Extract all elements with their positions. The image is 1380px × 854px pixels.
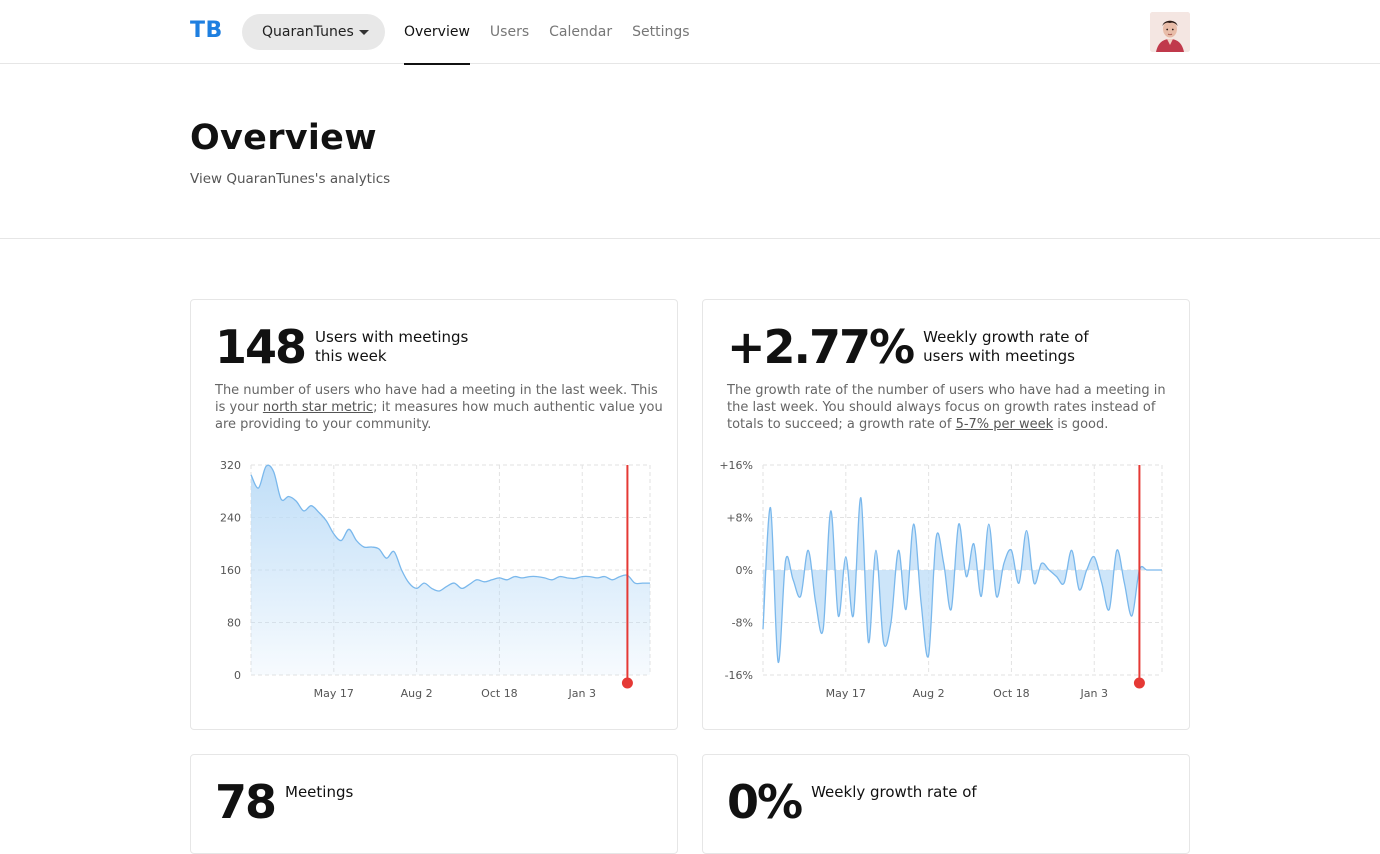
growth-rate-chart[interactable]: +16% +8% 0% -8% -16% May 17 Aug 2 Oct 18 Jan 3 — [703, 450, 1190, 700]
chevron-down-icon — [359, 30, 369, 35]
organization-select-value: QuaranTunes — [262, 24, 354, 40]
user-avatar[interactable] — [1150, 12, 1190, 52]
y-tick-label: -16% — [725, 669, 753, 682]
y-tick-label: +16% — [719, 459, 753, 472]
y-tick-label: 80 — [227, 617, 241, 630]
stat-description: The growth rate of the number of users w… — [727, 382, 1175, 433]
x-tick-label: Oct 18 — [993, 687, 1030, 700]
x-tick-label: Jan 3 — [1080, 687, 1108, 700]
north-star-metric-link[interactable]: north star metric — [263, 400, 373, 415]
series-area — [763, 498, 1162, 663]
x-tick-label: May 17 — [826, 687, 866, 700]
x-tick-label: May 17 — [314, 687, 354, 700]
y-tick-label: +8% — [726, 512, 753, 525]
stat-value: 0% — [727, 779, 801, 825]
description-text: is good. — [1053, 417, 1108, 432]
top-nav-bar: TB QuaranTunes Overview Users Calendar S… — [0, 0, 1380, 64]
current-week-dot — [622, 678, 633, 689]
tab-settings[interactable]: Settings — [632, 0, 689, 64]
app-logo[interactable]: TB — [190, 18, 223, 43]
page-header: Overview View QuaranTunes's analytics — [0, 64, 1380, 239]
x-tick-label: Oct 18 — [481, 687, 518, 700]
users-with-meetings-card: 148 Users with meetings this week The nu… — [190, 299, 678, 730]
tab-users[interactable]: Users — [490, 0, 529, 64]
stat-value: 148 — [215, 324, 305, 370]
y-tick-label: 320 — [220, 459, 241, 472]
y-tick-label: -8% — [732, 617, 753, 630]
x-tick-label: Aug 2 — [401, 687, 433, 700]
stat-value: +2.77% — [727, 324, 913, 370]
stat-label: Weekly growth rate of users with meeting… — [923, 328, 1093, 366]
meetings-card: 78 Meetings — [190, 754, 678, 854]
page-title: Overview — [190, 118, 377, 158]
users-area-chart[interactable]: 320 240 160 80 0 May 17 Aug 2 Oct 18 Jan 3 — [191, 450, 678, 700]
stat-description: The number of users who have had a meeti… — [215, 382, 663, 433]
growth-rate-link[interactable]: 5-7% per week — [956, 417, 1054, 432]
organization-select[interactable]: QuaranTunes — [242, 14, 385, 50]
stat-label: Weekly growth rate of — [811, 783, 981, 802]
avatar-icon — [1150, 12, 1190, 52]
tab-calendar[interactable]: Calendar — [549, 0, 612, 64]
y-tick-label: 0 — [234, 669, 241, 682]
growth-rate-card: +2.77% Weekly growth rate of users with … — [702, 299, 1190, 730]
stat-value: 78 — [215, 779, 275, 825]
x-tick-label: Aug 2 — [913, 687, 945, 700]
stat-label: Users with meetings this week — [315, 328, 485, 366]
y-tick-label: 160 — [220, 564, 241, 577]
stat-label: Meetings — [285, 783, 455, 802]
y-tick-label: 0% — [736, 564, 753, 577]
main-nav: Overview Users Calendar Settings — [404, 0, 710, 64]
meetings-growth-card: 0% Weekly growth rate of — [702, 754, 1190, 854]
current-week-dot — [1134, 678, 1145, 689]
x-tick-label: Jan 3 — [568, 687, 596, 700]
page-subtitle: View QuaranTunes's analytics — [190, 171, 390, 187]
tab-overview[interactable]: Overview — [404, 0, 470, 64]
y-tick-label: 240 — [220, 512, 241, 525]
